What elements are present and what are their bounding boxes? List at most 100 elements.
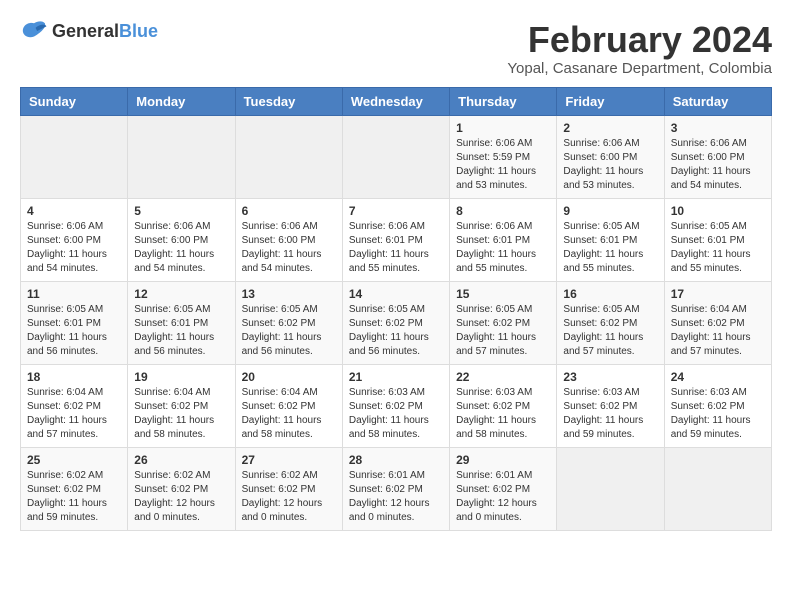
day-info: Sunrise: 6:05 AM Sunset: 6:01 PM Dayligh… xyxy=(563,220,657,276)
calendar-header-row: SundayMondayTuesdayWednesdayThursdayFrid… xyxy=(21,87,772,115)
calendar-cell: 28 Sunrise: 6:01 AM Sunset: 6:02 PM Dayli… xyxy=(342,447,449,530)
day-info: Sunrise: 6:06 AM Sunset: 6:00 PM Dayligh… xyxy=(134,220,228,276)
calendar-cell: 11 Sunrise: 6:05 AM Sunset: 6:01 PM Dayli… xyxy=(21,281,128,364)
day-number: 21 xyxy=(349,370,443,384)
calendar-cell: 14 Sunrise: 6:05 AM Sunset: 6:02 PM Dayli… xyxy=(342,281,449,364)
calendar-cell: 16 Sunrise: 6:05 AM Sunset: 6:02 PM Dayli… xyxy=(557,281,664,364)
calendar-cell: 18 Sunrise: 6:04 AM Sunset: 6:02 PM Dayli… xyxy=(21,364,128,447)
calendar-cell: 1 Sunrise: 6:06 AM Sunset: 5:59 PM Daylig… xyxy=(450,115,557,198)
day-number: 1 xyxy=(456,121,550,135)
day-info: Sunrise: 6:05 AM Sunset: 6:02 PM Dayligh… xyxy=(456,303,550,359)
day-number: 10 xyxy=(671,204,765,218)
day-number: 16 xyxy=(563,287,657,301)
page-header: GeneralBlue February 2024 Yopal, Casanar… xyxy=(20,20,772,77)
calendar-cell xyxy=(128,115,235,198)
logo-blue: Blue xyxy=(119,21,158,41)
day-info: Sunrise: 6:04 AM Sunset: 6:02 PM Dayligh… xyxy=(134,386,228,442)
calendar-cell: 8 Sunrise: 6:06 AM Sunset: 6:01 PM Daylig… xyxy=(450,198,557,281)
day-info: Sunrise: 6:06 AM Sunset: 5:59 PM Dayligh… xyxy=(456,137,550,193)
day-number: 28 xyxy=(349,453,443,467)
logo-bird-icon xyxy=(20,20,48,42)
calendar-cell: 20 Sunrise: 6:04 AM Sunset: 6:02 PM Dayli… xyxy=(235,364,342,447)
logo-text: GeneralBlue xyxy=(52,21,158,42)
day-info: Sunrise: 6:04 AM Sunset: 6:02 PM Dayligh… xyxy=(27,386,121,442)
calendar-day-header: Monday xyxy=(128,87,235,115)
day-info: Sunrise: 6:03 AM Sunset: 6:02 PM Dayligh… xyxy=(349,386,443,442)
calendar-cell xyxy=(342,115,449,198)
calendar-cell: 27 Sunrise: 6:02 AM Sunset: 6:02 PM Dayli… xyxy=(235,447,342,530)
calendar-cell: 26 Sunrise: 6:02 AM Sunset: 6:02 PM Dayli… xyxy=(128,447,235,530)
day-number: 25 xyxy=(27,453,121,467)
calendar-day-header: Thursday xyxy=(450,87,557,115)
calendar-cell: 29 Sunrise: 6:01 AM Sunset: 6:02 PM Dayli… xyxy=(450,447,557,530)
calendar-cell: 19 Sunrise: 6:04 AM Sunset: 6:02 PM Dayli… xyxy=(128,364,235,447)
calendar-cell xyxy=(557,447,664,530)
day-info: Sunrise: 6:05 AM Sunset: 6:01 PM Dayligh… xyxy=(27,303,121,359)
day-number: 2 xyxy=(563,121,657,135)
day-number: 11 xyxy=(27,287,121,301)
calendar-table: SundayMondayTuesdayWednesdayThursdayFrid… xyxy=(20,87,772,531)
day-number: 19 xyxy=(134,370,228,384)
day-number: 18 xyxy=(27,370,121,384)
calendar-cell: 21 Sunrise: 6:03 AM Sunset: 6:02 PM Dayli… xyxy=(342,364,449,447)
day-number: 15 xyxy=(456,287,550,301)
day-info: Sunrise: 6:05 AM Sunset: 6:02 PM Dayligh… xyxy=(242,303,336,359)
day-info: Sunrise: 6:03 AM Sunset: 6:02 PM Dayligh… xyxy=(456,386,550,442)
day-info: Sunrise: 6:02 AM Sunset: 6:02 PM Dayligh… xyxy=(134,469,228,525)
logo: GeneralBlue xyxy=(20,20,158,42)
calendar-day-header: Friday xyxy=(557,87,664,115)
day-info: Sunrise: 6:03 AM Sunset: 6:02 PM Dayligh… xyxy=(671,386,765,442)
calendar-cell: 15 Sunrise: 6:05 AM Sunset: 6:02 PM Dayli… xyxy=(450,281,557,364)
day-info: Sunrise: 6:06 AM Sunset: 6:01 PM Dayligh… xyxy=(456,220,550,276)
calendar-day-header: Wednesday xyxy=(342,87,449,115)
day-info: Sunrise: 6:04 AM Sunset: 6:02 PM Dayligh… xyxy=(242,386,336,442)
day-info: Sunrise: 6:05 AM Sunset: 6:02 PM Dayligh… xyxy=(563,303,657,359)
day-info: Sunrise: 6:02 AM Sunset: 6:02 PM Dayligh… xyxy=(242,469,336,525)
calendar-cell: 2 Sunrise: 6:06 AM Sunset: 6:00 PM Daylig… xyxy=(557,115,664,198)
day-number: 8 xyxy=(456,204,550,218)
day-number: 23 xyxy=(563,370,657,384)
day-number: 22 xyxy=(456,370,550,384)
day-number: 29 xyxy=(456,453,550,467)
month-year-title: February 2024 xyxy=(507,20,772,60)
day-info: Sunrise: 6:03 AM Sunset: 6:02 PM Dayligh… xyxy=(563,386,657,442)
day-number: 12 xyxy=(134,287,228,301)
calendar-cell: 9Sunrise: 6:05 AM Sunset: 6:01 PM Daylig… xyxy=(557,198,664,281)
calendar-cell xyxy=(235,115,342,198)
calendar-cell xyxy=(21,115,128,198)
calendar-cell: 13Sunrise: 6:05 AM Sunset: 6:02 PM Dayli… xyxy=(235,281,342,364)
calendar-week-row: 25 Sunrise: 6:02 AM Sunset: 6:02 PM Dayli… xyxy=(21,447,772,530)
calendar-week-row: 18 Sunrise: 6:04 AM Sunset: 6:02 PM Dayli… xyxy=(21,364,772,447)
day-info: Sunrise: 6:06 AM Sunset: 6:00 PM Dayligh… xyxy=(242,220,336,276)
calendar-week-row: 1 Sunrise: 6:06 AM Sunset: 5:59 PM Daylig… xyxy=(21,115,772,198)
calendar-cell: 6 Sunrise: 6:06 AM Sunset: 6:00 PM Daylig… xyxy=(235,198,342,281)
calendar-cell: 23 Sunrise: 6:03 AM Sunset: 6:02 PM Dayli… xyxy=(557,364,664,447)
day-info: Sunrise: 6:06 AM Sunset: 6:00 PM Dayligh… xyxy=(563,137,657,193)
day-number: 4 xyxy=(27,204,121,218)
day-number: 3 xyxy=(671,121,765,135)
day-info: Sunrise: 6:05 AM Sunset: 6:02 PM Dayligh… xyxy=(349,303,443,359)
day-number: 14 xyxy=(349,287,443,301)
location-subtitle: Yopal, Casanare Department, Colombia xyxy=(507,60,772,77)
calendar-cell: 25 Sunrise: 6:02 AM Sunset: 6:02 PM Dayli… xyxy=(21,447,128,530)
day-info: Sunrise: 6:01 AM Sunset: 6:02 PM Dayligh… xyxy=(349,469,443,525)
day-number: 27 xyxy=(242,453,336,467)
day-info: Sunrise: 6:01 AM Sunset: 6:02 PM Dayligh… xyxy=(456,469,550,525)
calendar-cell: 3 Sunrise: 6:06 AM Sunset: 6:00 PM Daylig… xyxy=(664,115,771,198)
day-number: 7 xyxy=(349,204,443,218)
day-info: Sunrise: 6:06 AM Sunset: 6:00 PM Dayligh… xyxy=(671,137,765,193)
day-number: 17 xyxy=(671,287,765,301)
day-number: 20 xyxy=(242,370,336,384)
day-number: 6 xyxy=(242,204,336,218)
calendar-cell: 17Sunrise: 6:04 AM Sunset: 6:02 PM Dayli… xyxy=(664,281,771,364)
day-info: Sunrise: 6:02 AM Sunset: 6:02 PM Dayligh… xyxy=(27,469,121,525)
calendar-week-row: 11 Sunrise: 6:05 AM Sunset: 6:01 PM Dayli… xyxy=(21,281,772,364)
day-number: 24 xyxy=(671,370,765,384)
logo-general: General xyxy=(52,21,119,41)
day-info: Sunrise: 6:06 AM Sunset: 6:01 PM Dayligh… xyxy=(349,220,443,276)
day-number: 5 xyxy=(134,204,228,218)
calendar-cell: 24 Sunrise: 6:03 AM Sunset: 6:02 PM Dayli… xyxy=(664,364,771,447)
calendar-day-header: Tuesday xyxy=(235,87,342,115)
day-number: 26 xyxy=(134,453,228,467)
calendar-cell: 22 Sunrise: 6:03 AM Sunset: 6:02 PM Dayli… xyxy=(450,364,557,447)
